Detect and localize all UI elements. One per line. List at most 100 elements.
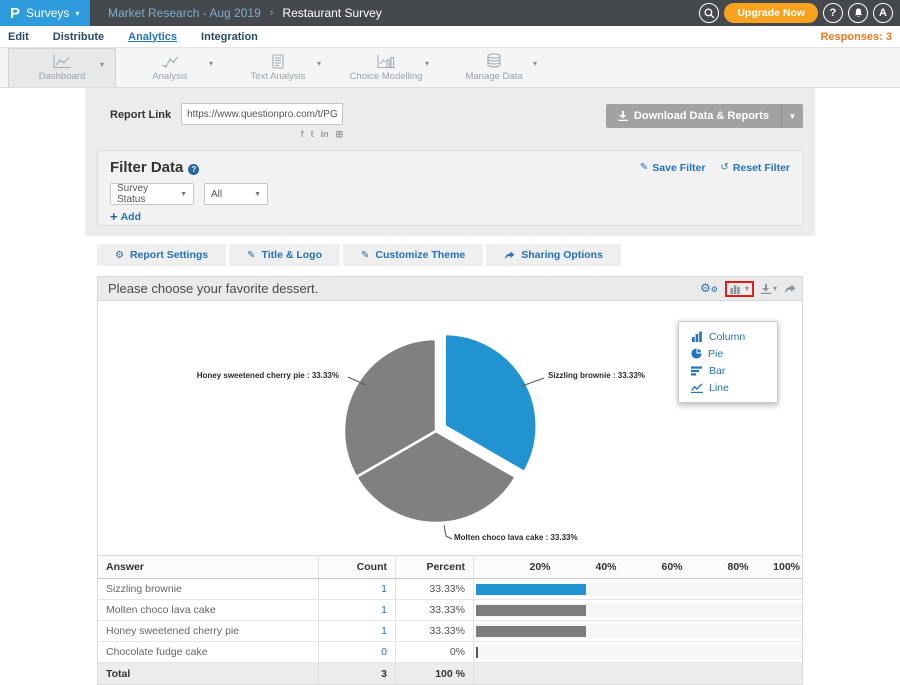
download-menu-caret[interactable]: ▼ bbox=[781, 104, 803, 128]
toolbar-tab-analysis[interactable]: Analysis ▾ bbox=[116, 48, 224, 87]
col-header-percent: Percent bbox=[395, 556, 473, 578]
toolbar-tab-choice-modelling[interactable]: Choice Modelling ▾ bbox=[332, 48, 440, 87]
chevron-down-icon: ▾ bbox=[75, 9, 79, 18]
menu-item-label: Column bbox=[709, 331, 745, 343]
menu-item-label: Bar bbox=[709, 365, 725, 377]
search-button[interactable] bbox=[699, 3, 719, 23]
download-data-reports-button[interactable]: Download Data & Reports ▼ bbox=[606, 104, 803, 128]
chevron-down-icon[interactable]: ▾ bbox=[425, 59, 429, 68]
embed-icon[interactable]: ⊞ bbox=[336, 129, 344, 139]
count-cell[interactable]: 0 bbox=[318, 642, 395, 662]
nav-item-analytics[interactable]: Analytics bbox=[128, 31, 177, 43]
breadcrumb: Market Research - Aug 2019 › Restaurant … bbox=[108, 0, 382, 26]
menu-item-pie[interactable]: Pie bbox=[679, 345, 777, 362]
tab-label: Report Settings bbox=[130, 249, 208, 261]
percent-cell: 0% bbox=[395, 642, 473, 662]
toolbar-tab-dashboard[interactable]: Dashboard ▾ bbox=[8, 48, 116, 87]
answer-cell: Chocolate fudge cake bbox=[98, 642, 318, 662]
toolbar-tab-label: Manage Data bbox=[465, 71, 522, 82]
tab-customize-theme[interactable]: ✎Customize Theme bbox=[343, 244, 483, 266]
reset-filter-button[interactable]: ↺ Reset Filter bbox=[720, 162, 790, 174]
report-link-input[interactable] bbox=[181, 103, 343, 125]
chevron-down-icon[interactable]: ▾ bbox=[209, 59, 213, 68]
filter-field-select[interactable]: Survey Status▼ bbox=[110, 183, 194, 205]
filter-data-panel: Filter Data ? ✎Save Filter ↺Reset Filter… bbox=[97, 150, 803, 226]
breadcrumb-survey[interactable]: Restaurant Survey bbox=[282, 6, 381, 20]
questionpro-logo-icon: P bbox=[10, 6, 20, 21]
chevron-down-icon: ▼ bbox=[254, 191, 261, 198]
report-header-section: Report Link f t in ⊞ Download Data & Rep… bbox=[85, 88, 815, 236]
filter-value-select[interactable]: All▼ bbox=[204, 183, 268, 205]
line-chart-icon bbox=[52, 54, 72, 69]
pie-label-molten: Molten choco lava cake : 33.33% bbox=[454, 533, 578, 542]
chevron-down-icon[interactable]: ▾ bbox=[533, 59, 537, 68]
percent-bar bbox=[476, 584, 586, 595]
toolbar-tab-text-analysis[interactable]: Text Analysis ▾ bbox=[224, 48, 332, 87]
percent-bar bbox=[476, 605, 586, 616]
count-cell[interactable]: 1 bbox=[318, 600, 395, 620]
filter-help-icon[interactable]: ? bbox=[188, 164, 199, 175]
chart-settings-gears-icon[interactable]: ⚙⚙ bbox=[700, 282, 718, 296]
bell-icon bbox=[853, 7, 864, 19]
bar-cell bbox=[473, 579, 804, 599]
col-header-count: Count bbox=[318, 556, 395, 578]
chart-type-dropdown-menu: Column Pie Bar Line bbox=[678, 321, 778, 403]
table-row: Sizzling brownie 1 33.33% bbox=[98, 579, 802, 600]
chevron-down-icon[interactable]: ▾ bbox=[317, 59, 321, 68]
breadcrumb-project[interactable]: Market Research - Aug 2019 bbox=[108, 6, 261, 20]
toolbar-tab-label: Choice Modelling bbox=[350, 71, 423, 82]
tab-label: Sharing Options bbox=[521, 249, 603, 261]
twitter-icon[interactable]: t bbox=[311, 129, 314, 139]
chevron-down-icon[interactable]: ▾ bbox=[100, 60, 104, 69]
chart-type-button-highlighted[interactable]: ▾ bbox=[725, 281, 754, 297]
nav-item-edit[interactable]: Edit bbox=[8, 31, 29, 43]
reset-icon: ↺ bbox=[720, 162, 728, 173]
col-header-axis: 20% 40% 60% 80% 100% bbox=[473, 556, 804, 578]
report-link-label: Report Link bbox=[110, 109, 171, 139]
help-button[interactable]: ? bbox=[823, 3, 843, 23]
percent-cell: 33.33% bbox=[395, 621, 473, 641]
tab-title-logo[interactable]: ✎Title & Logo bbox=[229, 244, 340, 266]
pencil-icon: ✎ bbox=[361, 250, 369, 261]
column-chart-icon bbox=[730, 284, 742, 294]
question-title: Please choose your favorite dessert. bbox=[108, 281, 318, 296]
upgrade-now-button[interactable]: Upgrade Now bbox=[724, 3, 818, 23]
add-filter-button[interactable]: +Add bbox=[110, 211, 150, 223]
save-filter-label: Save Filter bbox=[652, 162, 705, 174]
menu-item-column[interactable]: Column bbox=[679, 328, 777, 345]
toolbar-tab-manage-data[interactable]: Manage Data ▾ bbox=[440, 48, 548, 87]
share-social-row: f t in ⊞ bbox=[181, 129, 343, 139]
count-cell[interactable]: 1 bbox=[318, 579, 395, 599]
linkedin-icon[interactable]: in bbox=[321, 129, 329, 139]
chevron-down-icon: ▼ bbox=[180, 191, 187, 198]
pencil-icon: ✎ bbox=[247, 250, 255, 261]
answer-cell: Honey sweetened cherry pie bbox=[98, 621, 318, 641]
menu-item-line[interactable]: Line bbox=[679, 379, 777, 396]
add-filter-label: Add bbox=[121, 211, 141, 223]
download-icon bbox=[761, 284, 771, 294]
responses-count[interactable]: Responses: 3 bbox=[820, 31, 900, 43]
axis-tick: 20% bbox=[529, 561, 550, 573]
facebook-icon[interactable]: f bbox=[301, 129, 304, 139]
percent-bar bbox=[476, 647, 478, 658]
menu-item-label: Line bbox=[709, 382, 729, 394]
nav-item-distribute[interactable]: Distribute bbox=[53, 31, 104, 43]
reset-filter-label: Reset Filter bbox=[733, 162, 790, 174]
share-chart-icon[interactable] bbox=[784, 284, 796, 294]
nav-item-integration[interactable]: Integration bbox=[201, 31, 258, 43]
percent-cell: 33.33% bbox=[395, 600, 473, 620]
avatar[interactable]: A bbox=[873, 3, 893, 23]
count-cell[interactable]: 1 bbox=[318, 621, 395, 641]
bar-cell bbox=[473, 621, 804, 641]
notifications-button[interactable] bbox=[848, 3, 868, 23]
save-filter-button[interactable]: ✎Save Filter bbox=[640, 162, 706, 174]
table-header-row: Answer Count Percent 20% 40% 60% 80% 100… bbox=[98, 556, 802, 579]
product-menu[interactable]: P Surveys ▾ bbox=[0, 0, 90, 26]
tab-report-settings[interactable]: ⚙Report Settings bbox=[97, 244, 226, 266]
download-chart-button[interactable]: ▾ bbox=[761, 284, 777, 294]
menu-item-bar[interactable]: Bar bbox=[679, 362, 777, 379]
tab-sharing-options[interactable]: Sharing Options bbox=[486, 244, 621, 266]
axis-tick: 40% bbox=[595, 561, 616, 573]
analytics-toolbar: Dashboard ▾ Analysis ▾ Text Analysis ▾ C… bbox=[0, 48, 900, 88]
bar-chart-icon bbox=[691, 366, 703, 376]
